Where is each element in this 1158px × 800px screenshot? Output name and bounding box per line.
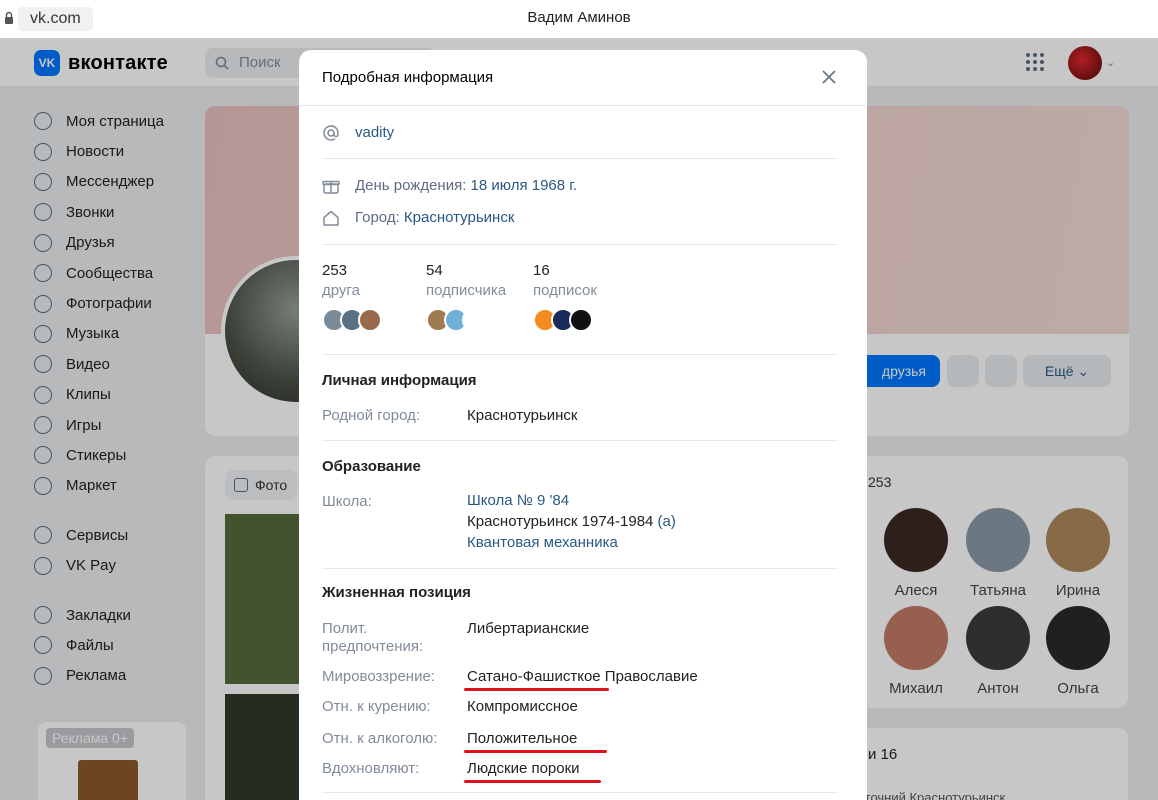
username-link[interactable]: vadity xyxy=(355,124,394,141)
divider xyxy=(322,568,838,569)
browser-bar: vk.com Вадим Аминов xyxy=(0,0,1158,38)
position-value: Либертарианские xyxy=(467,620,590,637)
stat-counter[interactable]: 253 друга xyxy=(322,262,360,299)
divider xyxy=(322,354,838,355)
red-underline-annotation xyxy=(464,750,607,753)
personal-info-title: Личная информация xyxy=(322,372,477,389)
stat-avatars[interactable] xyxy=(322,308,382,332)
position-label: Вдохновляют: xyxy=(322,760,420,777)
mini-avatar xyxy=(358,308,382,332)
position-label: Полит. предпочтения: xyxy=(322,620,424,655)
stat-counter[interactable]: 54 подписчика xyxy=(426,262,506,299)
modal-title: Подробная информация xyxy=(322,69,494,86)
position-value[interactable]: Людские пороки xyxy=(467,758,580,779)
details-modal: Подробная информация vadity День рождени… xyxy=(299,50,867,800)
hometown-link[interactable]: Краснотурьинск xyxy=(467,405,577,426)
position-value[interactable]: Сатано-Фашисткое Православие xyxy=(467,666,698,687)
position-label: Мировоззрение: xyxy=(322,668,435,685)
gift-icon xyxy=(322,180,340,194)
life-position-title: Жизненная позиция xyxy=(322,584,471,601)
stat-avatars[interactable] xyxy=(533,308,593,332)
mini-avatar xyxy=(462,308,486,332)
birthday-row: День рождения: 18 июля 1968 г. xyxy=(322,176,838,200)
mini-avatar xyxy=(569,308,593,332)
stat-label: подписчика xyxy=(426,282,507,299)
divider xyxy=(322,158,838,159)
stat-number: 16 xyxy=(533,262,550,279)
school-label: Школа: xyxy=(322,493,372,510)
city-link[interactable]: Краснотурьинск xyxy=(404,209,514,226)
divider xyxy=(322,440,838,441)
divider xyxy=(322,244,838,245)
modal-header: Подробная информация xyxy=(299,50,867,106)
position-label: Отн. к алкоголю: xyxy=(322,730,438,747)
stat-number: 253 xyxy=(322,262,348,279)
hometown-label: Родной город: xyxy=(322,407,421,424)
window-title: Вадим Аминов xyxy=(527,9,631,26)
close-icon[interactable] xyxy=(821,69,837,85)
position-value[interactable]: Компромиссное xyxy=(467,696,578,717)
stat-number: 54 xyxy=(426,262,443,279)
home-icon xyxy=(323,210,339,226)
school-name-link[interactable]: Школа № 9 '84 xyxy=(467,490,676,511)
school-detail: Краснотурьинск 1974-1984 xyxy=(467,513,654,530)
username-row: vadity xyxy=(322,122,838,146)
school-class-link[interactable]: (а) xyxy=(658,513,676,530)
education-title: Образование xyxy=(322,458,421,475)
stat-avatars[interactable] xyxy=(426,308,486,332)
birthday-link[interactable]: 18 июля 1968 г. xyxy=(471,177,578,194)
red-underline-annotation xyxy=(464,780,601,783)
position-value[interactable]: Положительное xyxy=(467,728,577,749)
red-underline-annotation xyxy=(464,688,609,691)
city-row: Город: Краснотурьинск xyxy=(322,208,838,232)
school-info: Школа № 9 '84 Краснотурьинск 1974-1984 (… xyxy=(467,490,676,553)
at-sign-icon xyxy=(323,125,339,141)
stat-label: друга xyxy=(322,282,360,299)
birthday-text: День рождения: 18 июля 1968 г. xyxy=(355,177,578,194)
city-text: Город: Краснотурьинск xyxy=(355,209,515,226)
divider xyxy=(322,792,838,793)
stat-counter[interactable]: 16 подписок xyxy=(533,262,597,299)
stat-label: подписок xyxy=(533,282,597,299)
position-label: Отн. к курению: xyxy=(322,698,431,715)
school-spec-link[interactable]: Квантовая механника xyxy=(467,532,676,553)
